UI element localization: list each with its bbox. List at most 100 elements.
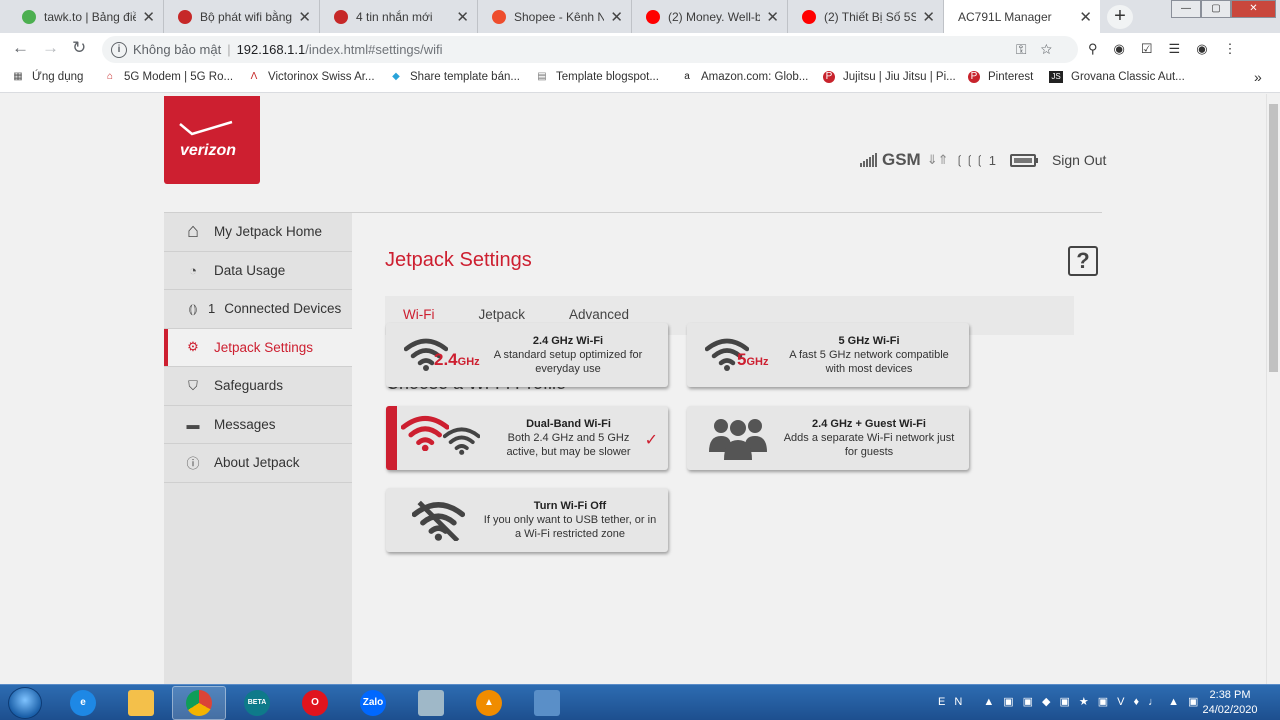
profile-description: A standard setup optimized for everyday …	[493, 349, 643, 375]
tab-close-icon[interactable]: ✕	[456, 8, 469, 26]
list-icon[interactable]: ☰	[1169, 41, 1197, 56]
scrollbar-thumb[interactable]	[1269, 104, 1278, 372]
sign-out-link[interactable]: Sign Out	[1052, 152, 1106, 168]
tab-close-icon[interactable]: ✕	[142, 8, 155, 26]
windows-taskbar: e BETA O Zalo ▲ EN ▲▣▣◆▣★▣V♦♩▲▣ 2:38 PM 24/0…	[0, 684, 1280, 720]
wifi-profile-card[interactable]: Turn Wi-Fi Off If you only want to USB te…	[386, 488, 668, 552]
menu-icon[interactable]: ⋮	[1224, 41, 1253, 56]
tab-close-icon[interactable]: ✕	[766, 8, 779, 26]
bookmark-item[interactable]: a Amazon.com: Glob...	[681, 71, 808, 83]
tab-title: Shopee - Kênh Ngư	[514, 9, 605, 24]
forward-icon[interactable]: →	[42, 38, 59, 58]
sidebar-item-safeguards[interactable]: ⛉ Safeguards	[164, 367, 352, 406]
sidebar-item-my-jetpack-home[interactable]: ⌂ My Jetpack Home	[164, 213, 352, 252]
bookmark-item[interactable]: ⌂ 5G Modem | 5G Ro...	[104, 71, 233, 83]
browser-tab[interactable]: Shopee - Kênh Ngư ✕	[478, 0, 632, 33]
sidebar-item-messages[interactable]: ▬ Messages	[164, 406, 352, 444]
new-tab-button[interactable]: +	[1107, 5, 1133, 29]
profile-avatar-icon[interactable]: ◉	[1196, 41, 1223, 56]
wifi-profile-card[interactable]: 5GHz 5 GHz Wi-Fi A fast 5 GHz network comp…	[687, 323, 969, 387]
sidebar-item-about-jetpack[interactable]: ⓘ About Jetpack	[164, 444, 352, 483]
bookmark-item[interactable]: ◆ Share template bán...	[390, 71, 520, 83]
network-tool-icon	[534, 690, 560, 716]
taskbar-vlc[interactable]: ▲	[462, 686, 516, 720]
start-button[interactable]	[8, 687, 42, 719]
sidebar-nav: ⌂ My Jetpack Home ◔ Data Usage ⦅⦆ 1 Connected …	[164, 213, 352, 684]
extension-icon[interactable]: ◉	[1114, 41, 1141, 56]
wifi-profile-card[interactable]: 2.4GHz 2.4 GHz Wi-Fi A standard setup opti…	[386, 323, 668, 387]
zalo-icon: Zalo	[360, 690, 386, 716]
tab-close-icon[interactable]: ✕	[610, 8, 623, 26]
profile-title: 2.4 GHz Wi-Fi	[532, 335, 604, 347]
bookmark-item[interactable]: ▤ Template blogspot...	[536, 71, 659, 83]
bookmark-item[interactable]: Λ Victorinox Swiss Ar...	[248, 71, 375, 83]
bookmark-label: Share template bán...	[410, 71, 520, 83]
wifi-profile-card[interactable]: 2.4 GHz + Guest Wi-Fi Adds a separate Wi-…	[687, 406, 969, 470]
reload-icon[interactable]: ↻	[72, 38, 86, 58]
tab-close-icon[interactable]: ✕	[1079, 8, 1092, 26]
chrome-icon	[186, 690, 212, 716]
browser-tab[interactable]: AC791L Manager ✕	[944, 0, 1100, 33]
sidebar-item-data-usage[interactable]: ◔ Data Usage	[164, 252, 352, 290]
clock[interactable]: 2:38 PM 24/02/2020	[1192, 688, 1268, 718]
wifi-profile-card[interactable]: Dual-Band Wi-Fi Both 2.4 GHz and 5 GHz ac…	[386, 406, 668, 470]
tab-close-icon[interactable]: ✕	[298, 8, 311, 26]
taskbar-edge-beta[interactable]: BETA	[230, 686, 284, 720]
bookmark-item[interactable]: P Jujitsu | Jiu Jitsu | Pi...	[823, 71, 956, 83]
victorinox-icon: Λ	[250, 71, 258, 82]
bookmark-item[interactable]: JS Grovana Classic Aut...	[1049, 71, 1185, 83]
taskbar-file-explorer[interactable]	[114, 686, 168, 720]
taskbar-internet-explorer[interactable]: e	[56, 686, 110, 720]
address-bar[interactable]: i Không bảo mật | 192.168.1.1 /index.htm…	[102, 36, 1078, 63]
selected-checkmark-icon: ✓	[644, 432, 658, 449]
address-separator: |	[227, 42, 231, 57]
signal-bars-icon	[860, 153, 878, 167]
browser-tab[interactable]: (2) Money. Well-be ✕	[632, 0, 788, 33]
language-indicator[interactable]: EN	[938, 696, 971, 708]
tab-title: 4 tin nhắn mới	[356, 9, 433, 24]
profile-text: Turn Wi-Fi Off If you only want to USB te…	[482, 499, 668, 541]
bookmark-label: Pinterest	[988, 71, 1034, 83]
sidebar-item-label: About Jetpack	[214, 455, 300, 471]
tab-favicon-icon	[178, 9, 192, 24]
verizon-logo[interactable]: verizon	[164, 96, 260, 184]
browser-tab[interactable]: Bộ phát wifi bằng s ✕	[164, 0, 320, 33]
connected-devices-icon: ❲❲❲	[954, 153, 985, 167]
taskbar-zalo[interactable]: Zalo	[346, 686, 400, 720]
key-icon[interactable]: ⚿	[1016, 41, 1041, 57]
bookmark-item[interactable]: ▦ Ứng dụng	[12, 71, 83, 83]
close-window-button[interactable]: ✕	[1231, 0, 1276, 18]
sidebar-item-connected-devices[interactable]: ⦅⦆ 1 Connected Devices	[164, 290, 352, 329]
taskbar-network-tool[interactable]	[520, 686, 574, 720]
taskbar-chrome[interactable]	[172, 686, 226, 720]
search-icon[interactable]: ⚲	[1088, 41, 1114, 56]
browser-tab[interactable]: tawk.to | Bảng điều ✕	[8, 0, 164, 33]
sidebar-item-jetpack-settings[interactable]: ⚙ Jetpack Settings	[164, 328, 352, 367]
back-icon[interactable]: ←	[12, 38, 29, 58]
bookmark-item[interactable]: P Pinterest	[968, 71, 1033, 83]
sidebar-item-label: Connected Devices	[224, 301, 342, 317]
tray-icons[interactable]: ▲▣▣◆▣★▣V♦♩▲▣	[983, 696, 1207, 708]
message-icon: ▬	[186, 416, 200, 432]
internet-explorer-icon: e	[70, 690, 96, 716]
taskbar-opera[interactable]: O	[288, 686, 342, 720]
tab-close-icon[interactable]: ✕	[922, 8, 935, 26]
page-scrollbar[interactable]	[1266, 94, 1280, 684]
sidebar-item-label: My Jetpack Home	[214, 224, 323, 240]
bookmarks-more-button[interactable]: »	[1254, 69, 1262, 85]
help-icon[interactable]: ?	[1068, 246, 1098, 276]
edge-beta-icon: BETA	[244, 690, 270, 716]
taskbar-app[interactable]	[404, 686, 458, 720]
extension-icons: ⚲◉☑☰◉⋮	[1088, 41, 1253, 57]
info-icon[interactable]: i	[111, 41, 127, 58]
tab-title: Bộ phát wifi bằng s	[200, 9, 293, 24]
browser-tab[interactable]: 4 tin nhắn mới ✕	[320, 0, 478, 33]
minimize-button[interactable]: —	[1171, 0, 1201, 18]
clock-time: 2:38 PM	[1209, 689, 1251, 701]
bookmark-star-icon[interactable]: ☆	[1041, 41, 1066, 57]
browser-tab[interactable]: (2) Thiết Bị Số 5S - ✕	[788, 0, 944, 33]
profile-text: 5 GHz Wi-Fi A fast 5 GHz network compatib…	[783, 334, 969, 376]
checkmark-extension-icon[interactable]: ☑	[1141, 41, 1169, 56]
file-explorer-icon	[128, 690, 154, 716]
maximize-button[interactable]: ▢	[1201, 0, 1231, 18]
